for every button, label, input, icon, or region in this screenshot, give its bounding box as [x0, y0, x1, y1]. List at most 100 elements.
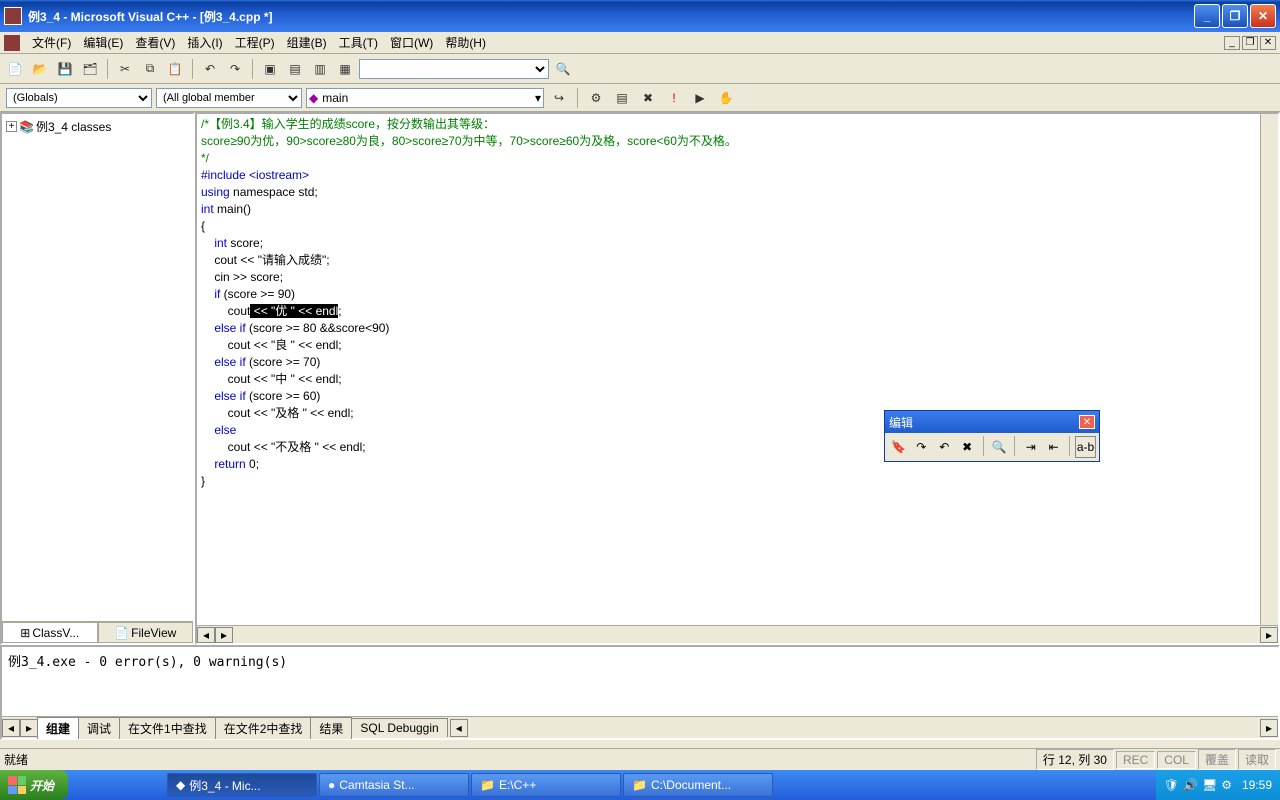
outscroll-left[interactable]: ◂ [450, 719, 468, 737]
float-edit-toolbar[interactable]: 编辑 ✕ 🔖 ↷ ↶ ✖ 🔍 ⇥ ⇤ a-b [884, 410, 1100, 462]
window-list-icon[interactable]: ▥ [309, 58, 331, 80]
mdi-minimize-button[interactable]: _ [1224, 36, 1240, 50]
hscroll-end-icon[interactable]: ▸ [1260, 627, 1278, 643]
outtab-sql[interactable]: SQL Debuggin [351, 718, 447, 737]
save-icon[interactable]: 💾 [54, 58, 76, 80]
expand-icon[interactable]: + [6, 121, 17, 132]
class-tree[interactable]: + 📚 例3_4 classes [2, 114, 193, 621]
tree-root-label: 例3_4 classes [36, 118, 111, 135]
indent-icon[interactable]: ⇥ [1020, 436, 1041, 458]
tab-classview[interactable]: ⊞ClassV... [2, 622, 98, 643]
members-combo[interactable]: (All global member [156, 88, 302, 108]
build-icon[interactable]: ▤ [611, 87, 633, 109]
status-ovr: 覆盖 [1198, 749, 1236, 770]
task-vc[interactable]: ◆例3_4 - Mic... [167, 773, 317, 797]
ql-icon-1[interactable] [74, 774, 94, 796]
tab-fileview[interactable]: 📄FileView [98, 622, 194, 643]
compile-icon[interactable]: ⚙ [585, 87, 607, 109]
start-button[interactable]: 开始 [0, 770, 68, 800]
output-tabs: ◂ ▸ 组建 调试 在文件1中查找 在文件2中查找 结果 SQL Debuggi… [2, 716, 1278, 738]
task-folder2[interactable]: 📁C:\Document... [623, 773, 773, 797]
replace-icon[interactable]: a-b [1075, 436, 1096, 458]
save-all-icon[interactable]: 🗂 [79, 58, 101, 80]
redo-icon[interactable]: ↷ [224, 58, 246, 80]
outtab-debug[interactable]: 调试 [78, 717, 120, 739]
system-tray[interactable]: 🛡 🔊 🖥 ⚙ 19:59 [1156, 770, 1280, 800]
tray-icon-1[interactable]: 🛡 [1164, 778, 1179, 792]
window-title: 例3_4 - Microsoft Visual C++ - [例3_4.cpp … [28, 8, 273, 25]
output-icon[interactable]: ▤ [284, 58, 306, 80]
outdent-icon[interactable]: ⇤ [1043, 436, 1064, 458]
status-read: 读取 [1238, 749, 1276, 770]
outscroll-right[interactable]: ▸ [1260, 719, 1278, 737]
minimize-button[interactable]: _ [1194, 4, 1220, 28]
cut-icon[interactable]: ✂ [114, 58, 136, 80]
find-icon[interactable]: 🔍 [552, 58, 574, 80]
clock[interactable]: 19:59 [1242, 778, 1272, 792]
copy-icon[interactable]: ⧉ [139, 58, 161, 80]
bookmark-clear-icon[interactable]: ✖ [957, 436, 978, 458]
mdi-restore-button[interactable]: ❐ [1242, 36, 1258, 50]
task-camtasia[interactable]: ●Camtasia St... [319, 773, 469, 797]
ql-icon-2[interactable] [96, 774, 116, 796]
tree-root-node[interactable]: + 📚 例3_4 classes [6, 118, 189, 135]
menu-tools[interactable]: 工具(T) [333, 32, 384, 53]
tray-icon-2[interactable]: 🔊 [1183, 778, 1198, 792]
menu-help[interactable]: 帮助(H) [439, 32, 492, 53]
execute-icon[interactable]: ! [663, 87, 685, 109]
workspace-tabs: ⊞ClassV... 📄FileView [2, 621, 193, 643]
outtab-scroll-right[interactable]: ▸ [20, 719, 38, 737]
float-close-button[interactable]: ✕ [1079, 415, 1095, 429]
hscroll-left-icon[interactable]: ◂ [197, 627, 215, 643]
ql-icon-3[interactable] [118, 774, 138, 796]
stop-build-icon[interactable]: ✖ [637, 87, 659, 109]
standard-toolbar: 📄 📂 💾 🗂 ✂ ⧉ 📋 ↶ ↷ ▣ ▤ ▥ ▦ 🔍 [0, 54, 1280, 84]
go-icon[interactable]: ↪ [548, 87, 570, 109]
ql-icon-4[interactable] [140, 774, 160, 796]
bookmark-toggle-icon[interactable]: 🔖 [888, 436, 909, 458]
code-editor[interactable]: /*【例3.4】输入学生的成绩score，按分数输出其等级： score≥90为… [197, 114, 1260, 625]
float-titlebar[interactable]: 编辑 ✕ [885, 411, 1099, 433]
outtab-results[interactable]: 结果 [310, 717, 352, 739]
menu-insert[interactable]: 插入(I) [181, 32, 228, 53]
new-file-icon[interactable]: 📄 [4, 58, 26, 80]
tray-icon-4[interactable]: ⚙ [1221, 778, 1232, 792]
paste-icon[interactable]: 📋 [164, 58, 186, 80]
outtab-find1[interactable]: 在文件1中查找 [119, 717, 216, 739]
menu-project[interactable]: 工程(P) [229, 32, 281, 53]
outtab-build[interactable]: 组建 [37, 717, 79, 739]
editor-vscroll[interactable] [1260, 114, 1278, 625]
open-icon[interactable]: 📂 [29, 58, 51, 80]
menu-edit[interactable]: 编辑(E) [77, 32, 129, 53]
task-folder1[interactable]: 📁E:\C++ [471, 773, 621, 797]
editor-panel: /*【例3.4】输入学生的成绩score，按分数输出其等级： score≥90为… [195, 112, 1280, 645]
outtab-find2[interactable]: 在文件2中查找 [215, 717, 312, 739]
wizard-bar: (Globals) (All global member ◆ main ▾ ↪ … [0, 84, 1280, 112]
fullscreen-icon[interactable]: ▦ [334, 58, 356, 80]
menu-window[interactable]: 窗口(W) [384, 32, 439, 53]
find-combo[interactable] [359, 59, 549, 79]
go-debug-icon[interactable]: ▶ [689, 87, 711, 109]
menu-file[interactable]: 文件(F) [26, 32, 77, 53]
find-toolbar-icon[interactable]: 🔍 [989, 436, 1010, 458]
close-button[interactable]: ✕ [1250, 4, 1276, 28]
tray-icon-3[interactable]: 🖥 [1202, 778, 1217, 792]
output-text[interactable]: 例3_4.exe - 0 error(s), 0 warning(s) [2, 647, 1278, 716]
hscroll-right-icon[interactable]: ▸ [215, 627, 233, 643]
mdi-close-button[interactable]: ✕ [1260, 36, 1276, 50]
undo-icon[interactable]: ↶ [199, 58, 221, 80]
breakpoint-icon[interactable]: ✋ [715, 87, 737, 109]
workspace-icon[interactable]: ▣ [259, 58, 281, 80]
maximize-button[interactable]: ❐ [1222, 4, 1248, 28]
function-combo[interactable]: ◆ main ▾ [306, 88, 544, 108]
scope-combo[interactable]: (Globals) [6, 88, 152, 108]
bookmark-prev-icon[interactable]: ↶ [934, 436, 955, 458]
status-rec: REC [1116, 751, 1155, 769]
outtab-scroll-left[interactable]: ◂ [2, 719, 20, 737]
editor-hscroll[interactable]: ◂ ▸ ▸ [197, 625, 1278, 643]
menu-view[interactable]: 查看(V) [129, 32, 181, 53]
menu-bar: 文件(F) 编辑(E) 查看(V) 插入(I) 工程(P) 组建(B) 工具(T… [0, 32, 1280, 54]
menu-build[interactable]: 组建(B) [281, 32, 333, 53]
status-ready: 就绪 [4, 751, 28, 768]
bookmark-next-icon[interactable]: ↷ [911, 436, 932, 458]
